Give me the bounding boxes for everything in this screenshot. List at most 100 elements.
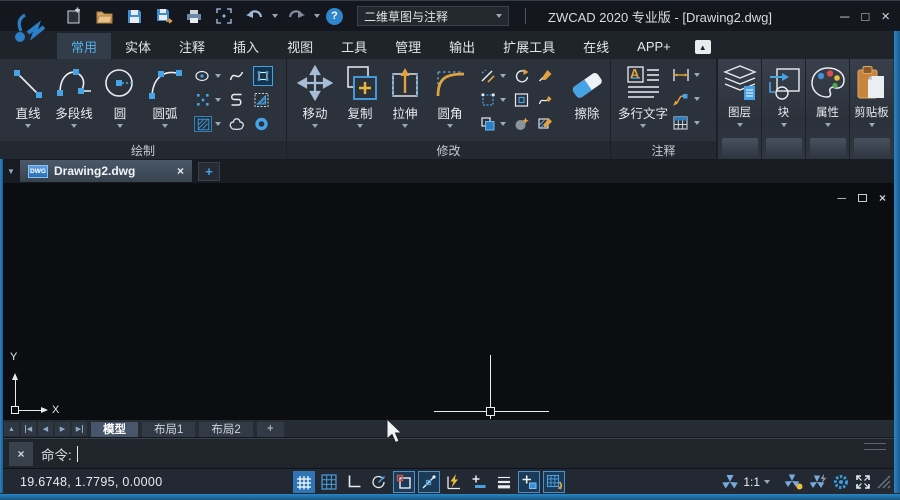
edit-hatch-icon[interactable] bbox=[537, 116, 554, 132]
settings-gear-icon[interactable] bbox=[832, 473, 850, 491]
document-tab-active[interactable]: DWG Drawing2.dwg × bbox=[20, 160, 192, 182]
fillet-button[interactable]: 圆角 bbox=[427, 63, 473, 129]
point-dropdown-icon[interactable] bbox=[215, 98, 221, 102]
command-splitter-handle[interactable] bbox=[864, 443, 886, 450]
properties-panel-button[interactable]: 属性 bbox=[805, 59, 849, 159]
tab-solid[interactable]: 实体 bbox=[111, 33, 165, 59]
rectangle-tool-selected[interactable] bbox=[253, 66, 273, 86]
annotation-scale-icon[interactable] bbox=[721, 473, 739, 491]
print-button[interactable] bbox=[182, 5, 206, 27]
line-button[interactable]: 直线 bbox=[6, 63, 50, 129]
offset-icon[interactable] bbox=[513, 92, 530, 108]
zwcad-logo[interactable] bbox=[8, 7, 54, 53]
stretch-dropdown-icon[interactable] bbox=[402, 124, 408, 128]
rotate-icon[interactable] bbox=[513, 68, 530, 84]
doc-close-button[interactable]: × bbox=[879, 191, 886, 205]
command-close-button[interactable]: × bbox=[9, 442, 33, 466]
layout-menu-button[interactable]: ▲ bbox=[4, 422, 19, 436]
arc-button[interactable]: 圆弧 bbox=[142, 63, 188, 129]
circle-button[interactable]: 圆 bbox=[98, 63, 142, 129]
move-dropdown-icon[interactable] bbox=[312, 124, 318, 128]
drawing-canvas[interactable]: ─ × Y X bbox=[0, 183, 900, 421]
polyline-button[interactable]: 多段线 bbox=[50, 63, 98, 129]
tab-layout2[interactable]: 布局2 bbox=[199, 422, 252, 437]
tab-app-plus[interactable]: APP+ bbox=[623, 33, 685, 59]
zoom-frame-button[interactable] bbox=[212, 5, 236, 27]
previous-layout-button[interactable]: ◀ bbox=[38, 422, 53, 436]
next-layout-button[interactable]: ▶ bbox=[55, 422, 70, 436]
move-button[interactable]: 移动 bbox=[293, 63, 337, 129]
annotation-scale-value[interactable]: 1:1 bbox=[743, 475, 760, 489]
fillet-dropdown-icon[interactable] bbox=[447, 124, 453, 128]
tab-model[interactable]: 模型 bbox=[91, 422, 138, 437]
annotate-group-label[interactable]: 注释 bbox=[611, 141, 716, 159]
annotation-sync-icon[interactable] bbox=[808, 473, 828, 491]
array-icon[interactable] bbox=[479, 92, 497, 108]
polyline-dropdown-icon[interactable] bbox=[71, 124, 77, 128]
first-layout-button[interactable]: ◀ bbox=[21, 422, 36, 436]
point-icon[interactable] bbox=[194, 92, 212, 108]
new-document-button[interactable]: + bbox=[198, 162, 220, 181]
lineweight-toggle[interactable] bbox=[468, 471, 490, 493]
annotation-autoscale-toggle[interactable] bbox=[543, 471, 565, 493]
command-line[interactable]: × 命令: bbox=[0, 438, 900, 468]
minimize-button[interactable]: ─ bbox=[840, 10, 849, 23]
block-panel-button[interactable]: 块 bbox=[761, 59, 805, 159]
tab-view[interactable]: 视图 bbox=[273, 33, 327, 59]
line-dropdown-icon[interactable] bbox=[25, 124, 31, 128]
leader-dropdown-icon[interactable] bbox=[694, 97, 700, 101]
table-icon[interactable] bbox=[671, 115, 691, 131]
tab-layout1[interactable]: 布局1 bbox=[142, 422, 195, 437]
leader-icon[interactable] bbox=[671, 91, 691, 107]
open-folder-button[interactable] bbox=[92, 5, 116, 27]
annotation-visibility-icon[interactable] bbox=[784, 473, 804, 491]
draw-group-label[interactable]: 绘制 bbox=[0, 141, 286, 159]
circle-dropdown-icon[interactable] bbox=[117, 124, 123, 128]
arc-dropdown-icon[interactable] bbox=[162, 124, 168, 128]
clipboard-panel-button[interactable]: 剪贴板 bbox=[849, 59, 893, 159]
copy-nested-dropdown-icon[interactable] bbox=[500, 122, 506, 126]
revision-cloud-icon[interactable] bbox=[228, 117, 246, 132]
edit-polyline-icon[interactable] bbox=[537, 68, 554, 84]
layers-panel-button[interactable]: 图层 bbox=[717, 59, 761, 159]
otrack-toggle[interactable] bbox=[418, 471, 440, 493]
hatch-icon[interactable] bbox=[197, 118, 210, 131]
polar-toggle[interactable] bbox=[368, 471, 390, 493]
render-sphere-icon[interactable] bbox=[513, 116, 530, 132]
dynamic-input-toggle[interactable] bbox=[443, 471, 465, 493]
help-button[interactable]: ? bbox=[326, 8, 343, 25]
workspace-dropdown[interactable]: 二维草图与注释 bbox=[357, 6, 509, 26]
trim-dropdown-icon[interactable] bbox=[500, 74, 506, 78]
mtext-dropdown-icon[interactable] bbox=[640, 124, 646, 128]
tab-online[interactable]: 在线 bbox=[569, 33, 623, 59]
tab-output[interactable]: 输出 bbox=[435, 33, 489, 59]
ellipse-icon[interactable] bbox=[194, 68, 212, 84]
ribbon-collapse-button[interactable]: ▲ bbox=[695, 40, 711, 54]
osnap-toggle[interactable] bbox=[393, 471, 415, 493]
dimension-dropdown-icon[interactable] bbox=[694, 73, 700, 77]
redo-button[interactable] bbox=[284, 5, 308, 27]
copy-nested-icon[interactable] bbox=[479, 116, 497, 132]
ortho-toggle[interactable] bbox=[343, 471, 365, 493]
tab-insert[interactable]: 插入 bbox=[219, 33, 273, 59]
mtext-button[interactable]: A 多行文字 bbox=[615, 63, 671, 129]
doc-minimize-button[interactable]: ─ bbox=[837, 191, 846, 205]
edit-spline-icon[interactable] bbox=[537, 92, 554, 108]
copy-dropdown-icon[interactable] bbox=[357, 124, 363, 128]
annotation-scale-dropdown-icon[interactable] bbox=[764, 480, 770, 484]
maximize-button[interactable]: □ bbox=[861, 10, 869, 23]
snap-toggle[interactable] bbox=[293, 471, 315, 493]
resize-grip[interactable] bbox=[876, 474, 892, 490]
erase-button[interactable]: 擦除 bbox=[564, 63, 610, 123]
document-tab-close-icon[interactable]: × bbox=[177, 164, 184, 178]
array-dropdown-icon[interactable] bbox=[500, 98, 506, 102]
redo-dropdown-icon[interactable] bbox=[314, 14, 320, 18]
fullscreen-icon[interactable] bbox=[854, 473, 872, 491]
tab-home[interactable]: 常用 bbox=[57, 33, 111, 59]
undo-dropdown-icon[interactable] bbox=[272, 14, 278, 18]
grid-toggle[interactable] bbox=[318, 471, 340, 493]
save-as-button[interactable] bbox=[152, 5, 176, 27]
new-file-button[interactable] bbox=[62, 5, 86, 27]
tab-annotate[interactable]: 注释 bbox=[165, 33, 219, 59]
spline-icon[interactable] bbox=[228, 68, 245, 84]
